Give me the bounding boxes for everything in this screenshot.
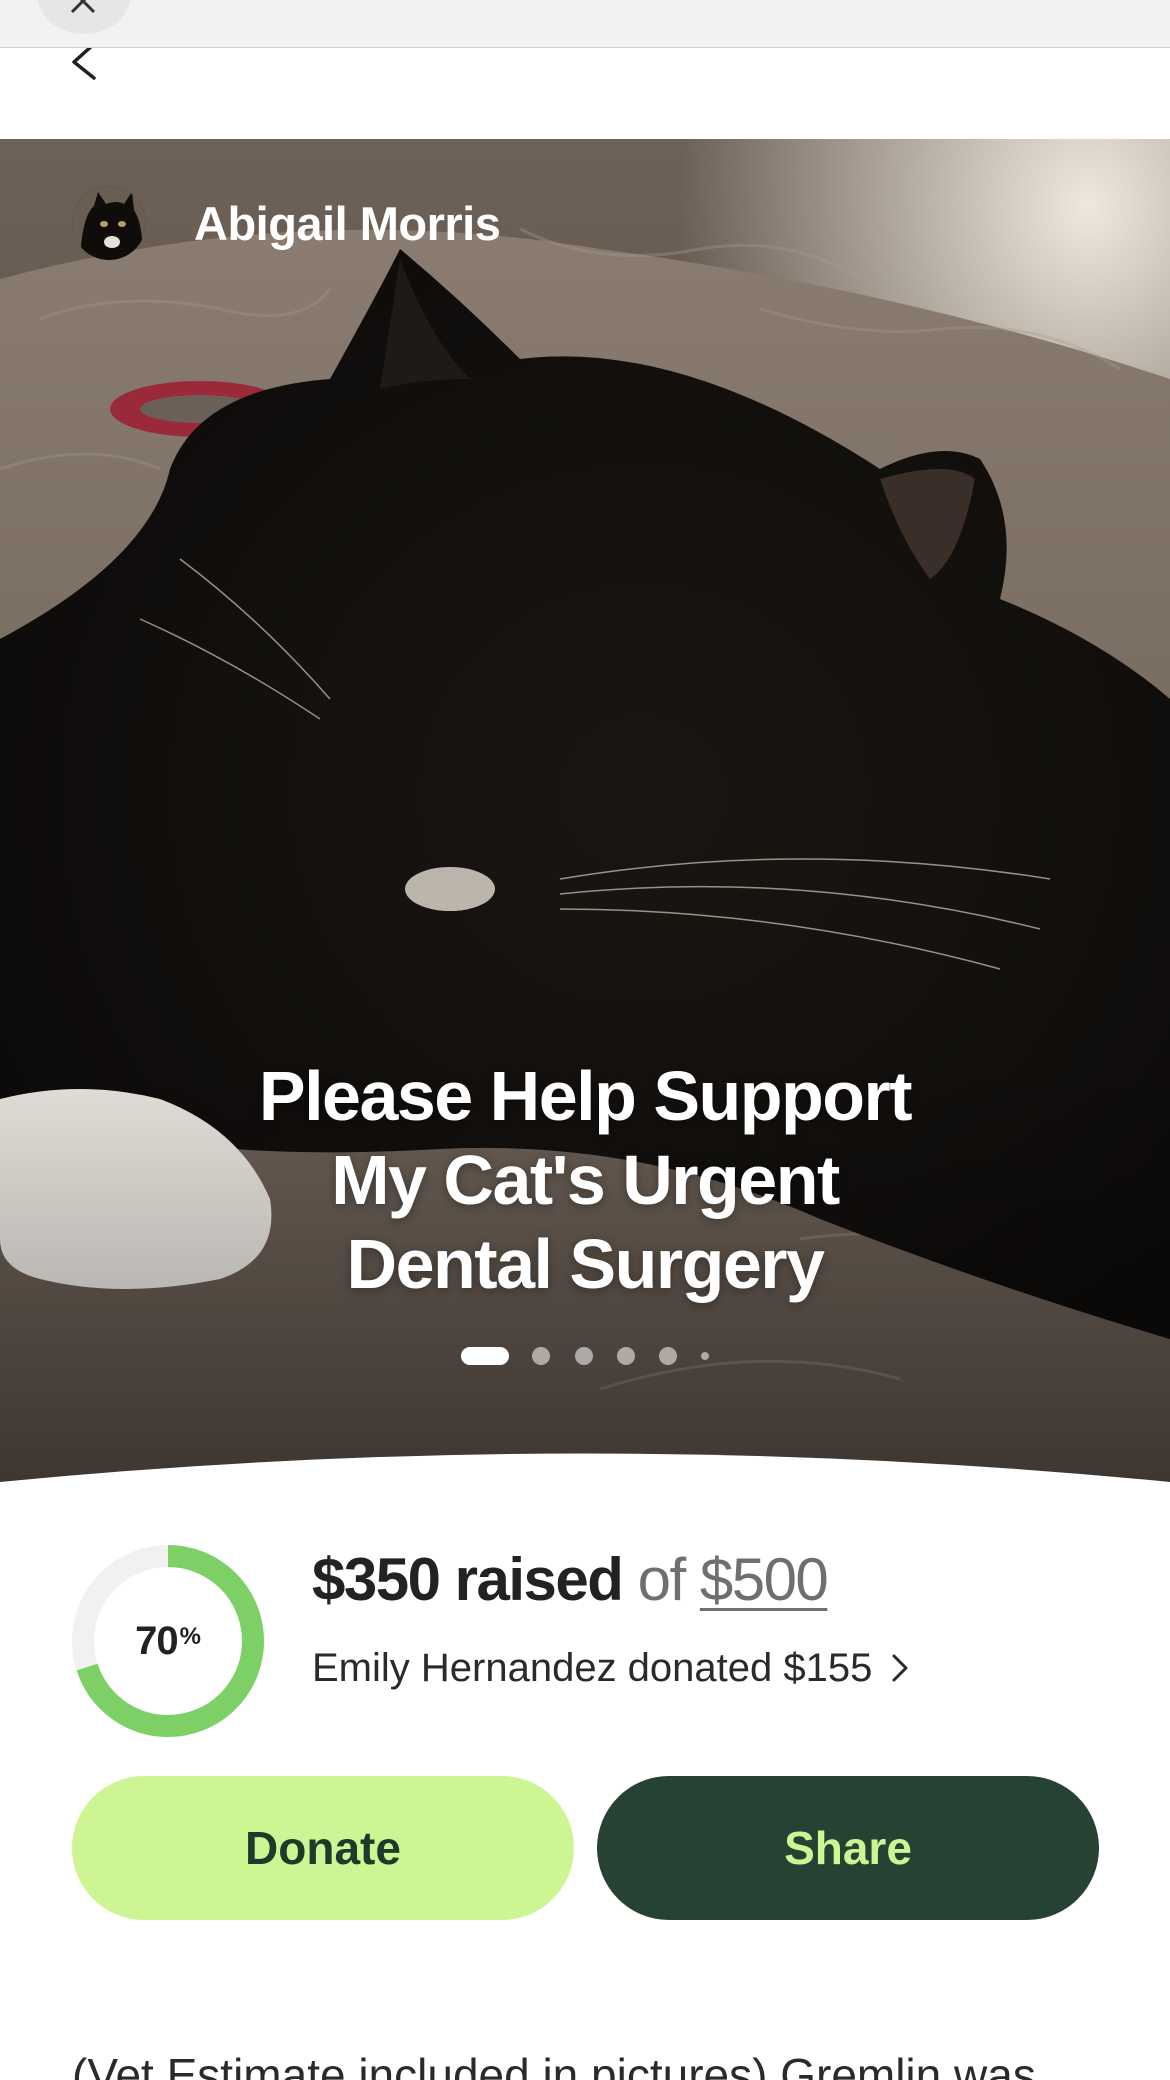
browser-toolbar bbox=[0, 0, 1170, 48]
hero-curve bbox=[0, 1453, 1170, 1500]
carousel-dot-active[interactable] bbox=[461, 1347, 509, 1365]
carousel-dot[interactable] bbox=[701, 1352, 709, 1360]
organizer-name: Abigail Morris bbox=[194, 196, 501, 250]
chevron-left-icon bbox=[72, 42, 96, 80]
percent-value: 70 bbox=[135, 1618, 178, 1663]
close-button[interactable] bbox=[38, 0, 130, 34]
recent-donation-link[interactable]: Emily Hernandez donated $155 bbox=[312, 1643, 910, 1693]
progress-percent: 70% bbox=[72, 1545, 264, 1737]
campaign-title: Please Help Support My Cat's Urgent Dent… bbox=[0, 1054, 1170, 1306]
goal-amount[interactable]: $500 bbox=[700, 1546, 829, 1613]
campaign-hero[interactable]: Abigail Morris Please Help Support My Ca… bbox=[0, 139, 1170, 1484]
organizer[interactable]: Abigail Morris bbox=[72, 185, 501, 261]
donate-button[interactable]: Donate bbox=[72, 1776, 574, 1920]
carousel-dot[interactable] bbox=[659, 1347, 677, 1365]
top-navigation bbox=[0, 42, 1170, 140]
share-button[interactable]: Share bbox=[597, 1776, 1099, 1920]
share-label: Share bbox=[784, 1822, 912, 1874]
raised-of: of bbox=[637, 1546, 687, 1613]
carousel-dot[interactable] bbox=[575, 1347, 593, 1365]
percent-sign: % bbox=[179, 1623, 201, 1650]
carousel-dot[interactable] bbox=[532, 1347, 550, 1365]
close-icon bbox=[70, 0, 96, 14]
avatar bbox=[72, 186, 146, 260]
raised-amount: $350 raised bbox=[312, 1546, 624, 1613]
story-text: (Vet Estimate included in pictures) Grem… bbox=[72, 2049, 1036, 2080]
back-button[interactable] bbox=[60, 42, 108, 88]
recent-donation-text: Emily Hernandez donated $155 bbox=[312, 1645, 873, 1690]
title-line: My Cat's Urgent bbox=[331, 1141, 840, 1219]
donate-label: Donate bbox=[245, 1822, 401, 1874]
carousel-indicators bbox=[0, 1343, 1170, 1365]
title-line: Dental Surgery bbox=[346, 1225, 825, 1303]
carousel-dot[interactable] bbox=[617, 1347, 635, 1365]
title-line: Please Help Support bbox=[258, 1057, 913, 1135]
raised-summary: $350 raised of $500 bbox=[312, 1545, 829, 1615]
chevron-right-icon bbox=[892, 1654, 908, 1682]
